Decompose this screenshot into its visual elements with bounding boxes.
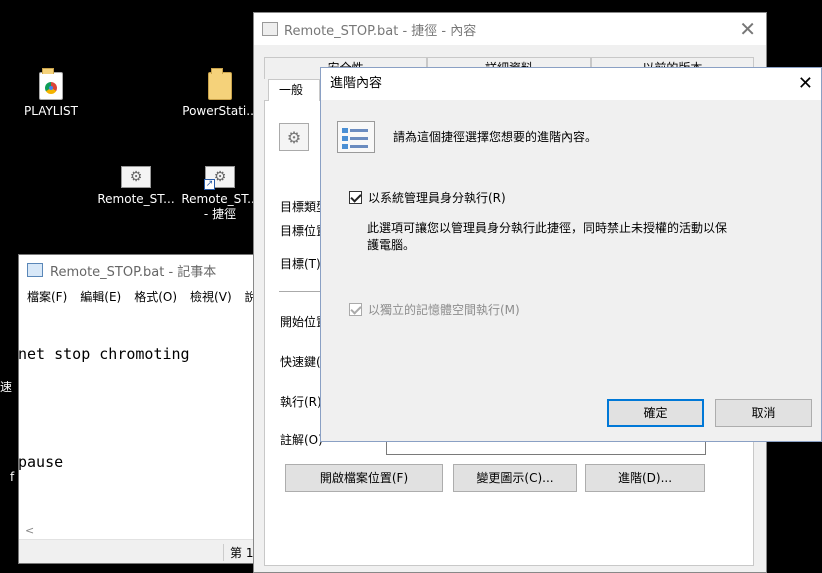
- text-line: pause: [18, 453, 64, 471]
- shortcut-file-icon: [262, 22, 278, 36]
- advanced-title-bar[interactable]: 進階內容 ✕: [321, 68, 821, 100]
- desktop-icon-playlist[interactable]: PLAYLIST: [9, 68, 93, 119]
- desktop-icon-remote-stop-shortcut[interactable]: ⚙ ↗ Remote_ST... - 捷徑: [178, 166, 262, 222]
- batch-file-icon: ⚙: [121, 166, 151, 188]
- run-as-admin-checkbox[interactable]: 以系統管理員身分執行(R): [349, 189, 506, 206]
- advanced-button[interactable]: 進階(D)...: [585, 464, 705, 492]
- notepad-window[interactable]: Remote_STOP.bat - 記事本 檔案(F) 編輯(E) 格式(O) …: [18, 254, 268, 564]
- run-as-admin-description: 此選項可讓您以管理員身分執行此捷徑，同時禁止未授權的活動以保 護電腦。: [367, 220, 767, 254]
- desktop-text-fragment: 速: [0, 380, 13, 394]
- checklist-icon: [337, 121, 375, 153]
- horizontal-scrollbar[interactable]: <: [19, 523, 267, 537]
- run-as-admin-label: 以系統管理員身分執行(R): [368, 191, 506, 205]
- checkbox-disabled-icon: [349, 303, 362, 316]
- cancel-button[interactable]: 取消: [715, 399, 812, 427]
- notepad-menu-bar: 檔案(F) 編輯(E) 格式(O) 檢視(V) 說: [19, 285, 267, 307]
- separate-memory-label: 以獨立的記憶體空間執行(M): [368, 303, 520, 317]
- description-line: 護電腦。: [367, 238, 416, 252]
- folder-icon: [208, 68, 232, 100]
- open-file-location-button[interactable]: 開啟檔案位置(F): [285, 464, 443, 492]
- change-icon-button[interactable]: 變更圖示(C)...: [453, 464, 577, 492]
- notepad-text-area[interactable]: net stop chromoting pause: [18, 309, 190, 507]
- menu-format[interactable]: 格式(O): [134, 288, 177, 305]
- desktop-icon-label: - 捷徑: [203, 207, 237, 221]
- description-line: 此選項可讓您以管理員身分執行此捷徑，同時禁止未授權的活動以保: [367, 221, 728, 235]
- ok-button[interactable]: 確定: [607, 399, 704, 427]
- tab-general[interactable]: 一般: [268, 79, 320, 101]
- menu-view[interactable]: 檢視(V): [190, 288, 232, 305]
- cursor-position: 第 1: [223, 544, 253, 561]
- menu-edit[interactable]: 編輯(E): [80, 288, 121, 305]
- desktop-icon-label: PLAYLIST: [24, 104, 78, 118]
- scroll-left-arrow-icon[interactable]: <: [25, 524, 34, 537]
- label-target: 目標(T): [280, 257, 321, 271]
- desktop-icon-powerstation[interactable]: PowerStati...: [178, 68, 262, 119]
- notepad-title: Remote_STOP.bat - 記事本: [50, 264, 217, 280]
- notepad-status-bar: 第 1: [19, 539, 267, 563]
- properties-title-bar[interactable]: Remote_STOP.bat - 捷徑 - 內容 ✕: [254, 13, 766, 45]
- chrome-html-file-icon: [39, 68, 63, 100]
- checkbox-checked-icon[interactable]: [349, 191, 362, 204]
- desktop-icon-label: Remote_ST...: [181, 192, 259, 206]
- advanced-prompt: 請為這個捷徑選擇您想要的進階內容。: [393, 130, 598, 144]
- label-shortcut-key: 快速鍵(: [280, 355, 321, 369]
- properties-title: Remote_STOP.bat - 捷徑 - 內容: [284, 23, 477, 39]
- separate-memory-checkbox: 以獨立的記憶體空間執行(M): [349, 301, 520, 318]
- notepad-icon: [27, 263, 43, 277]
- close-icon[interactable]: ✕: [739, 17, 756, 41]
- shortcut-gear-icon: ⚙: [279, 123, 309, 151]
- label-comment: 註解(O): [280, 433, 323, 447]
- desktop-text-fragment: f: [10, 470, 15, 484]
- text-line: net stop chromoting: [18, 345, 190, 363]
- menu-file[interactable]: 檔案(F): [27, 288, 67, 305]
- batch-shortcut-icon: ⚙ ↗: [204, 166, 235, 190]
- desktop-icon-remote-stop-bat[interactable]: ⚙ Remote_ST...: [94, 166, 178, 207]
- close-icon[interactable]: ✕: [798, 68, 813, 100]
- desktop-icon-label: Remote_ST...: [97, 192, 175, 206]
- advanced-title: 進階內容: [330, 76, 383, 91]
- text-line: [18, 399, 190, 417]
- advanced-properties-dialog[interactable]: 進階內容 ✕ 請為這個捷徑選擇您想要的進階內容。 以系統管理員身分執行(R) 此…: [320, 67, 822, 442]
- desktop-icon-label: PowerStati...: [182, 104, 258, 118]
- label-run: 執行(R): [280, 395, 322, 409]
- notepad-title-bar[interactable]: Remote_STOP.bat - 記事本: [19, 255, 267, 285]
